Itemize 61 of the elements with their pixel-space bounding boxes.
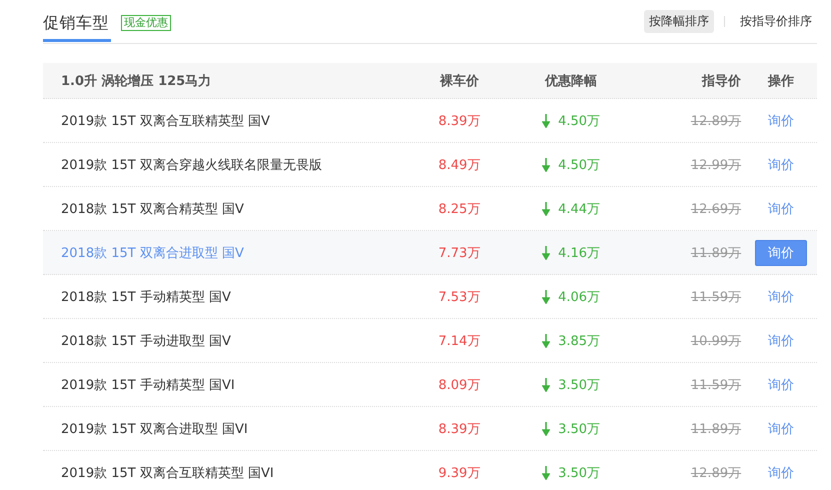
discount-cell-text: 4.50万 bbox=[558, 112, 600, 130]
sort-button[interactable]: 按指导价排序 bbox=[735, 10, 817, 33]
down-arrow-icon bbox=[542, 114, 550, 128]
msrp-cell-text: 12.99万 bbox=[690, 156, 742, 174]
discount-cell-text: 3.50万 bbox=[558, 464, 600, 482]
discount-cell-text: 4.16万 bbox=[558, 244, 600, 262]
discount-cell-text: 3.50万 bbox=[558, 376, 600, 394]
price-cell-text: 8.39万 bbox=[437, 420, 482, 438]
price-cell-text: 8.09万 bbox=[437, 376, 482, 394]
model-name: 2019款 15T 双离合互联精英型 国V bbox=[60, 112, 271, 130]
table-row[interactable]: 2019款 15T 双离合穿越火线联名限量无畏版 8.49万 4.50万 12.99万 询价 bbox=[43, 143, 817, 187]
price-cell-text: 8.39万 bbox=[437, 112, 482, 130]
price-cell-text: 9.39万 bbox=[437, 464, 482, 482]
price-cell-text: 8.25万 bbox=[437, 200, 482, 218]
model-name: 2019款 15T 双离合进取型 国VI bbox=[60, 420, 249, 438]
table-row[interactable]: 2019款 15T 双离合互联精英型 国V 8.39万 4.50万 12.89万 询价 bbox=[43, 99, 817, 143]
model-name: 2019款 15T 手动精英型 国VI bbox=[60, 376, 236, 394]
model-name: 2019款 15T 双离合互联精英型 国VI bbox=[60, 464, 275, 482]
table-row[interactable]: 2019款 15T 双离合进取型 国VI 8.39万 3.50万 11.89万 询价 bbox=[43, 407, 817, 451]
column-header: 1.0升 涡轮增压 125马力 bbox=[60, 72, 212, 90]
discount-cell-text: 3.50万 bbox=[558, 420, 600, 438]
column-header: 操作 bbox=[766, 72, 796, 90]
column-header: 裸车价 bbox=[438, 72, 480, 90]
model-name: 2019款 15T 双离合穿越火线联名限量无畏版 bbox=[60, 156, 323, 174]
msrp-cell-text: 11.59万 bbox=[690, 288, 742, 306]
column-header: 指导价 bbox=[700, 72, 742, 90]
discount-cell-text: 3.85万 bbox=[558, 332, 600, 350]
model-name: 2018款 15T 手动精英型 国V bbox=[60, 288, 232, 306]
table-row[interactable]: 2019款 15T 双离合互联精英型 国VI 9.39万 3.50万 12.89万 询价 bbox=[43, 451, 817, 490]
section-tab[interactable]: 促销车型 bbox=[43, 1, 111, 42]
msrp-cell-text: 12.89万 bbox=[690, 112, 742, 130]
down-arrow-icon bbox=[542, 466, 550, 480]
msrp-cell-text: 11.89万 bbox=[690, 244, 742, 262]
model-name: 2018款 15T 手动进取型 国V bbox=[60, 332, 232, 350]
price-cell-text: 8.49万 bbox=[437, 156, 482, 174]
model-name: 2018款 15T 双离合进取型 国V bbox=[60, 244, 245, 262]
down-arrow-icon bbox=[542, 158, 550, 172]
price-cell-text: 7.53万 bbox=[437, 288, 482, 306]
down-arrow-icon bbox=[542, 202, 550, 216]
msrp-cell-text: 11.89万 bbox=[690, 420, 742, 438]
table-row[interactable]: 2018款 15T 手动精英型 国V 7.53万 4.06万 11.59万 询价 bbox=[43, 275, 817, 319]
column-header: 优惠降幅 bbox=[544, 72, 598, 90]
discount-cell-text: 4.50万 bbox=[558, 156, 600, 174]
price-cell-text: 7.73万 bbox=[437, 244, 482, 262]
msrp-cell-text: 10.99万 bbox=[690, 332, 742, 350]
table-row[interactable]: 2019款 15T 手动精英型 国VI 8.09万 3.50万 11.59万 询价 bbox=[43, 363, 817, 407]
discount-cell-text: 4.06万 bbox=[558, 288, 600, 306]
down-arrow-icon bbox=[542, 334, 550, 348]
down-arrow-icon bbox=[542, 422, 550, 436]
down-arrow-icon bbox=[542, 290, 550, 304]
sort-button[interactable]: 按降幅排序 bbox=[644, 10, 714, 33]
table-row[interactable]: 2018款 15T 手动进取型 国V 7.14万 3.85万 10.99万 询价 bbox=[43, 319, 817, 363]
msrp-cell-text: 11.59万 bbox=[690, 376, 742, 394]
cash-discount-badge: 现金优惠 bbox=[121, 15, 171, 31]
discount-cell-text: 4.44万 bbox=[558, 200, 600, 218]
down-arrow-icon bbox=[542, 246, 550, 260]
price-cell-text: 7.14万 bbox=[437, 332, 482, 350]
msrp-cell-text: 12.69万 bbox=[690, 200, 742, 218]
down-arrow-icon bbox=[542, 378, 550, 392]
msrp-cell-text: 12.89万 bbox=[690, 464, 742, 482]
model-name: 2018款 15T 双离合精英型 国V bbox=[60, 200, 245, 218]
